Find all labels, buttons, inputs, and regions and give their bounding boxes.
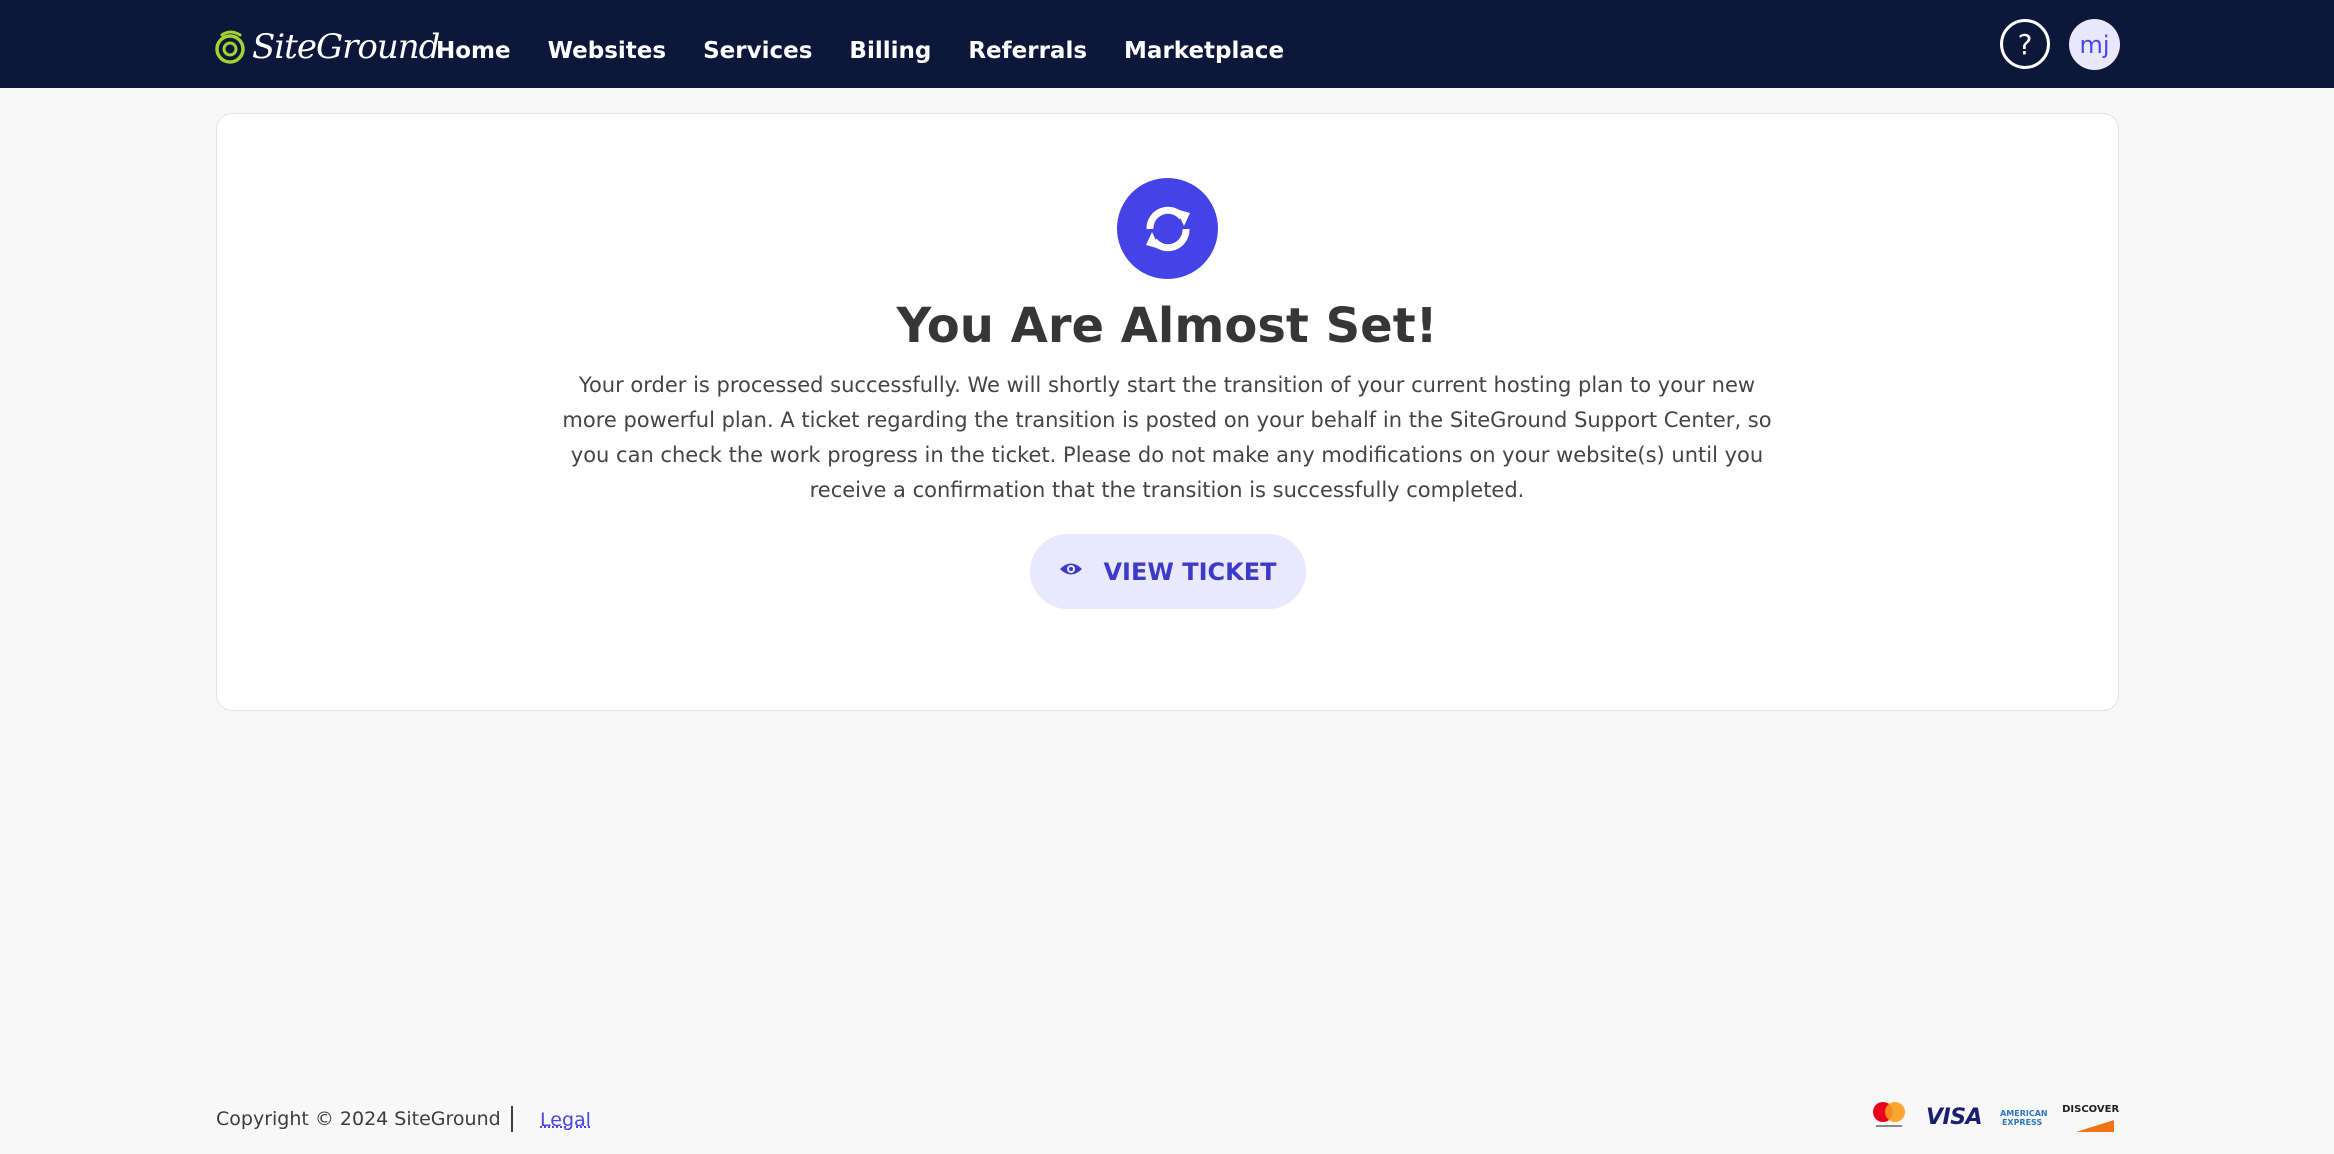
siteground-logo[interactable]: SiteGround [214,24,440,70]
logo-text: SiteGround [252,27,440,67]
nav-item-home[interactable]: Home [436,38,511,64]
nav-item-billing[interactable]: Billing [849,38,931,64]
page-title: You Are Almost Set! [896,298,1438,354]
nav-item-marketplace[interactable]: Marketplace [1124,38,1284,64]
discover-icon: DISCOVER [2062,1104,2119,1132]
avatar-initials: mj [2079,30,2110,59]
discover-swoosh [2076,1119,2115,1132]
mastercard-icon [1870,1100,1908,1135]
discover-text: DISCOVER [2062,1103,2120,1115]
legal-link[interactable]: Legal [540,1109,591,1131]
siteground-logo-icon [214,27,246,67]
payment-methods: VISA AMERICAN EXPRESS DISCOVER [1870,1100,2119,1135]
user-avatar[interactable]: mj [2069,19,2120,70]
help-button[interactable]: ? [2000,19,2050,69]
view-ticket-button[interactable]: VIEW TICKET [1030,534,1306,609]
confirmation-message: Your order is processed successfully. We… [562,373,1772,502]
nav-item-referrals[interactable]: Referrals [968,38,1087,64]
copyright-text: Copyright © 2024 SiteGround [216,1108,501,1130]
footer-divider [511,1106,513,1132]
visa-icon: VISA [1926,1105,1983,1130]
help-icon: ? [2017,27,2033,61]
eye-icon [1059,561,1083,582]
top-navigation-bar: SiteGround Home Websites Services Billin… [0,0,2334,88]
view-ticket-label: VIEW TICKET [1103,557,1277,586]
sync-icon [1117,178,1218,279]
main-nav: Home Websites Services Billing Referrals… [436,38,1321,64]
amex-icon: AMERICAN EXPRESS [2000,1108,2048,1127]
nav-item-websites[interactable]: Websites [548,38,666,64]
nav-item-services[interactable]: Services [703,38,812,64]
